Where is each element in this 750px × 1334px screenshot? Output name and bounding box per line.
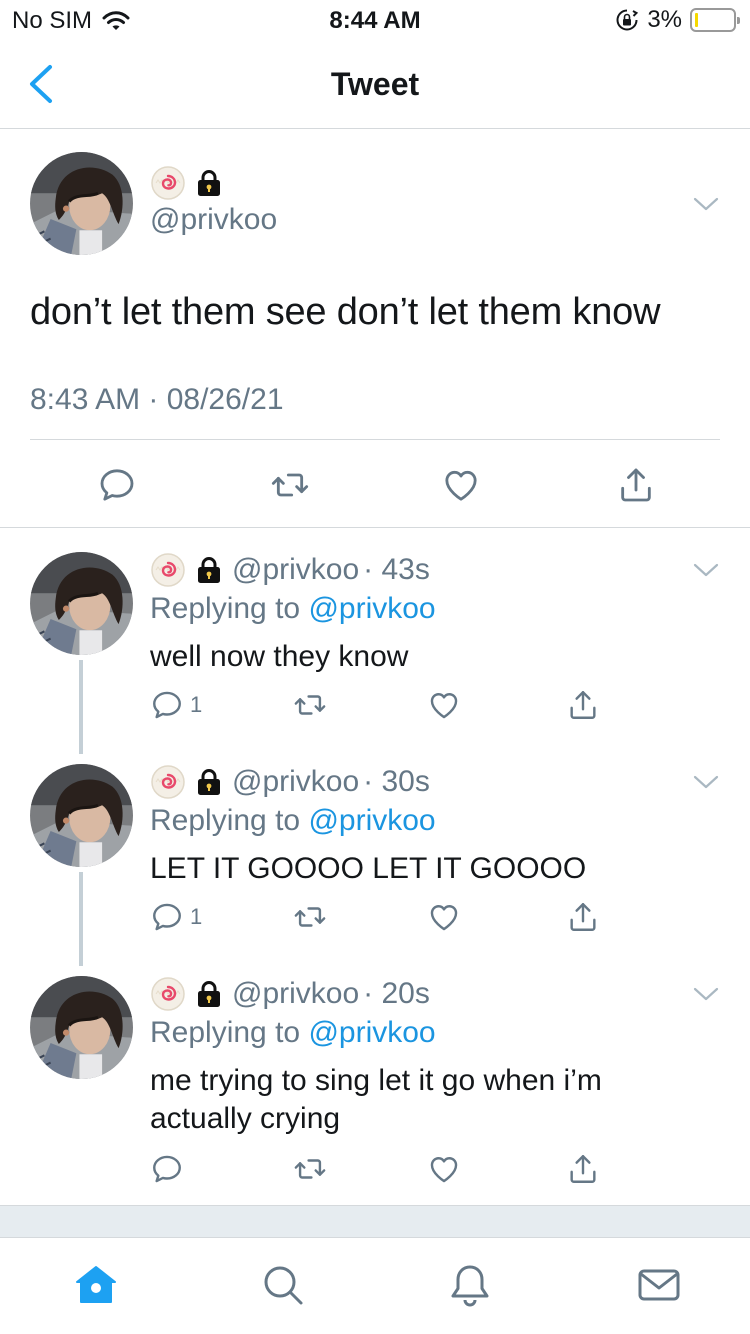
navigation-header: Tweet xyxy=(0,40,750,129)
retweet-icon[interactable] xyxy=(293,1152,327,1186)
retweet-icon[interactable] xyxy=(270,465,310,505)
share-icon[interactable] xyxy=(566,1152,600,1186)
reply-icon[interactable] xyxy=(150,900,184,934)
reply-header: @privkoo · 30s xyxy=(150,764,430,800)
lock-icon xyxy=(196,556,222,584)
reply-header: @privkoo · 20s xyxy=(150,976,430,1012)
reply-header: @privkoo · 43s xyxy=(150,552,430,588)
reply-tweet[interactable]: @privkoo · 20s Replying to @privkoo me t… xyxy=(0,976,750,1205)
reply-icon[interactable] xyxy=(97,465,137,505)
thread-end-separator xyxy=(0,1205,750,1237)
reply-tweet[interactable]: @privkoo · 43s Replying to @privkoo well… xyxy=(0,552,750,742)
narutomaki-emoji-icon xyxy=(150,976,186,1012)
heart-icon[interactable] xyxy=(441,465,481,505)
reply-icon[interactable] xyxy=(150,1152,184,1186)
search-icon[interactable] xyxy=(260,1262,306,1308)
reply-handle[interactable]: @privkoo xyxy=(232,977,359,1011)
battery-icon xyxy=(690,8,740,32)
heart-icon[interactable] xyxy=(427,688,461,722)
orientation-lock-icon xyxy=(616,9,639,31)
reply-text: LET IT GOOOO LET IT GOOOO xyxy=(150,852,587,885)
replying-mention-link[interactable]: @privkoo xyxy=(308,804,435,837)
avatar[interactable] xyxy=(30,152,133,255)
reply-handle[interactable]: @privkoo xyxy=(232,553,359,587)
retweet-icon[interactable] xyxy=(293,688,327,722)
reply-text: me trying to sing let it go when i’m act… xyxy=(150,1064,602,1135)
reply-tweet[interactable]: @privkoo · 30s Replying to @privkoo LET … xyxy=(0,764,750,954)
lock-icon xyxy=(196,768,222,796)
tweet-text: don’t let them see don’t let them know xyxy=(30,291,661,333)
share-icon[interactable] xyxy=(566,900,600,934)
status-right: 3% xyxy=(615,6,740,34)
page-title: Tweet xyxy=(330,66,420,102)
reply-actions: 1 xyxy=(0,900,750,940)
tab-bar xyxy=(0,1237,750,1334)
reply-age: · 30s xyxy=(363,765,430,798)
narutomaki-emoji-icon xyxy=(150,764,186,800)
heart-icon[interactable] xyxy=(427,1152,461,1186)
name-badges xyxy=(150,165,222,201)
chevron-down-icon[interactable] xyxy=(692,773,720,791)
reply-count: 1 xyxy=(190,904,203,929)
replying-prefix: Replying to xyxy=(150,804,309,837)
replying-to: Replying to @privkoo xyxy=(150,592,436,626)
lock-icon xyxy=(196,980,222,1008)
avatar[interactable] xyxy=(30,976,133,1079)
status-bar: No SIM 8:44 AM 3% xyxy=(0,0,750,40)
tweet-actions xyxy=(0,465,750,505)
chevron-down-icon[interactable] xyxy=(692,195,720,213)
replying-mention-link[interactable]: @privkoo xyxy=(308,592,435,625)
replying-to: Replying to @privkoo xyxy=(150,804,436,838)
chevron-down-icon[interactable] xyxy=(692,985,720,1003)
tweet-timestamp: 8:43 AM · 08/26/21 xyxy=(30,383,284,416)
mail-icon[interactable] xyxy=(636,1262,682,1308)
avatar[interactable] xyxy=(30,552,133,655)
tweet-handle[interactable]: @privkoo xyxy=(150,203,277,237)
main-tweet: @privkoo don’t let them see don’t let th… xyxy=(0,129,750,528)
reply-text: well now they know xyxy=(150,640,409,673)
reply-icon[interactable] xyxy=(150,688,184,722)
avatar[interactable] xyxy=(30,764,133,867)
battery-percent: 3% xyxy=(647,6,682,33)
reply-actions: 1 xyxy=(0,688,750,728)
reply-actions xyxy=(0,1152,750,1192)
share-icon[interactable] xyxy=(616,465,656,505)
heart-icon[interactable] xyxy=(427,900,461,934)
divider xyxy=(30,439,720,440)
share-icon[interactable] xyxy=(566,688,600,722)
lock-icon xyxy=(196,169,222,197)
replying-mention-link[interactable]: @privkoo xyxy=(308,1016,435,1049)
narutomaki-emoji-icon xyxy=(150,552,186,588)
narutomaki-emoji-icon xyxy=(150,165,186,201)
retweet-icon[interactable] xyxy=(293,900,327,934)
home-icon[interactable] xyxy=(73,1262,119,1308)
replying-prefix: Replying to xyxy=(150,592,309,625)
reply-age: · 20s xyxy=(363,977,430,1010)
replying-prefix: Replying to xyxy=(150,1016,309,1049)
bell-icon[interactable] xyxy=(447,1262,493,1308)
chevron-down-icon[interactable] xyxy=(692,561,720,579)
replying-to: Replying to @privkoo xyxy=(150,1016,436,1050)
reply-count: 1 xyxy=(190,692,203,717)
reply-age: · 43s xyxy=(363,553,430,586)
reply-handle[interactable]: @privkoo xyxy=(232,765,359,799)
